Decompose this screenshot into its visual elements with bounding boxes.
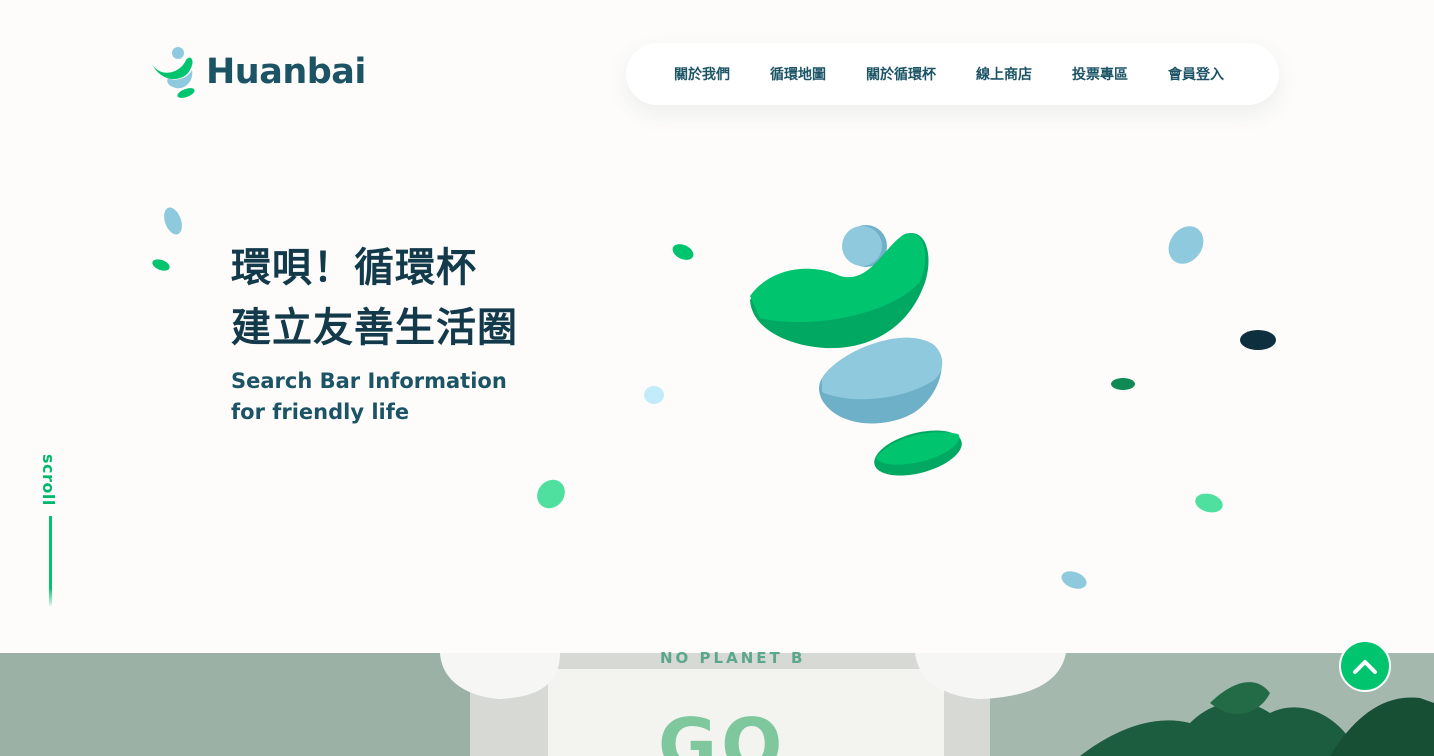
sign-text: NO PLANET B (660, 649, 806, 667)
hero-subtitle: Search Bar Information for friendly life (231, 366, 507, 428)
scroll-label: scroll (39, 454, 58, 506)
logo[interactable]: Huanbai (150, 44, 366, 100)
nav-item-about-cup[interactable]: 關於循環杯 (866, 64, 936, 84)
nav-item-vote[interactable]: 投票專區 (1072, 64, 1128, 84)
scroll-indicator[interactable]: scroll (36, 454, 66, 606)
hero-title-line1: 環唄！循環杯 (231, 245, 477, 291)
chevron-up-icon (1353, 660, 1377, 674)
nav-item-about[interactable]: 關於我們 (674, 64, 730, 84)
nav-item-shop[interactable]: 線上商店 (976, 64, 1032, 84)
sign-big-text: GO (658, 703, 787, 756)
main-nav: 關於我們 循環地圖 關於循環杯 線上商店 投票專區 會員登入 (626, 43, 1279, 105)
brand-name: Huanbai (206, 52, 366, 92)
hero-title-line2: 建立友善生活圈 (231, 305, 518, 351)
banner-photo: GO (0, 653, 1434, 756)
nav-item-login[interactable]: 會員登入 (1168, 64, 1224, 84)
hero-title: 環唄！循環杯 建立友善生活圈 (231, 238, 518, 358)
scroll-line (49, 516, 52, 606)
hero-subtitle-line2: for friendly life (231, 400, 410, 424)
hero-subtitle-line1: Search Bar Information (231, 369, 507, 393)
nav-item-map[interactable]: 循環地圖 (770, 64, 826, 84)
huanbai-logo-icon (152, 47, 195, 98)
back-to-top-button[interactable] (1339, 640, 1391, 692)
